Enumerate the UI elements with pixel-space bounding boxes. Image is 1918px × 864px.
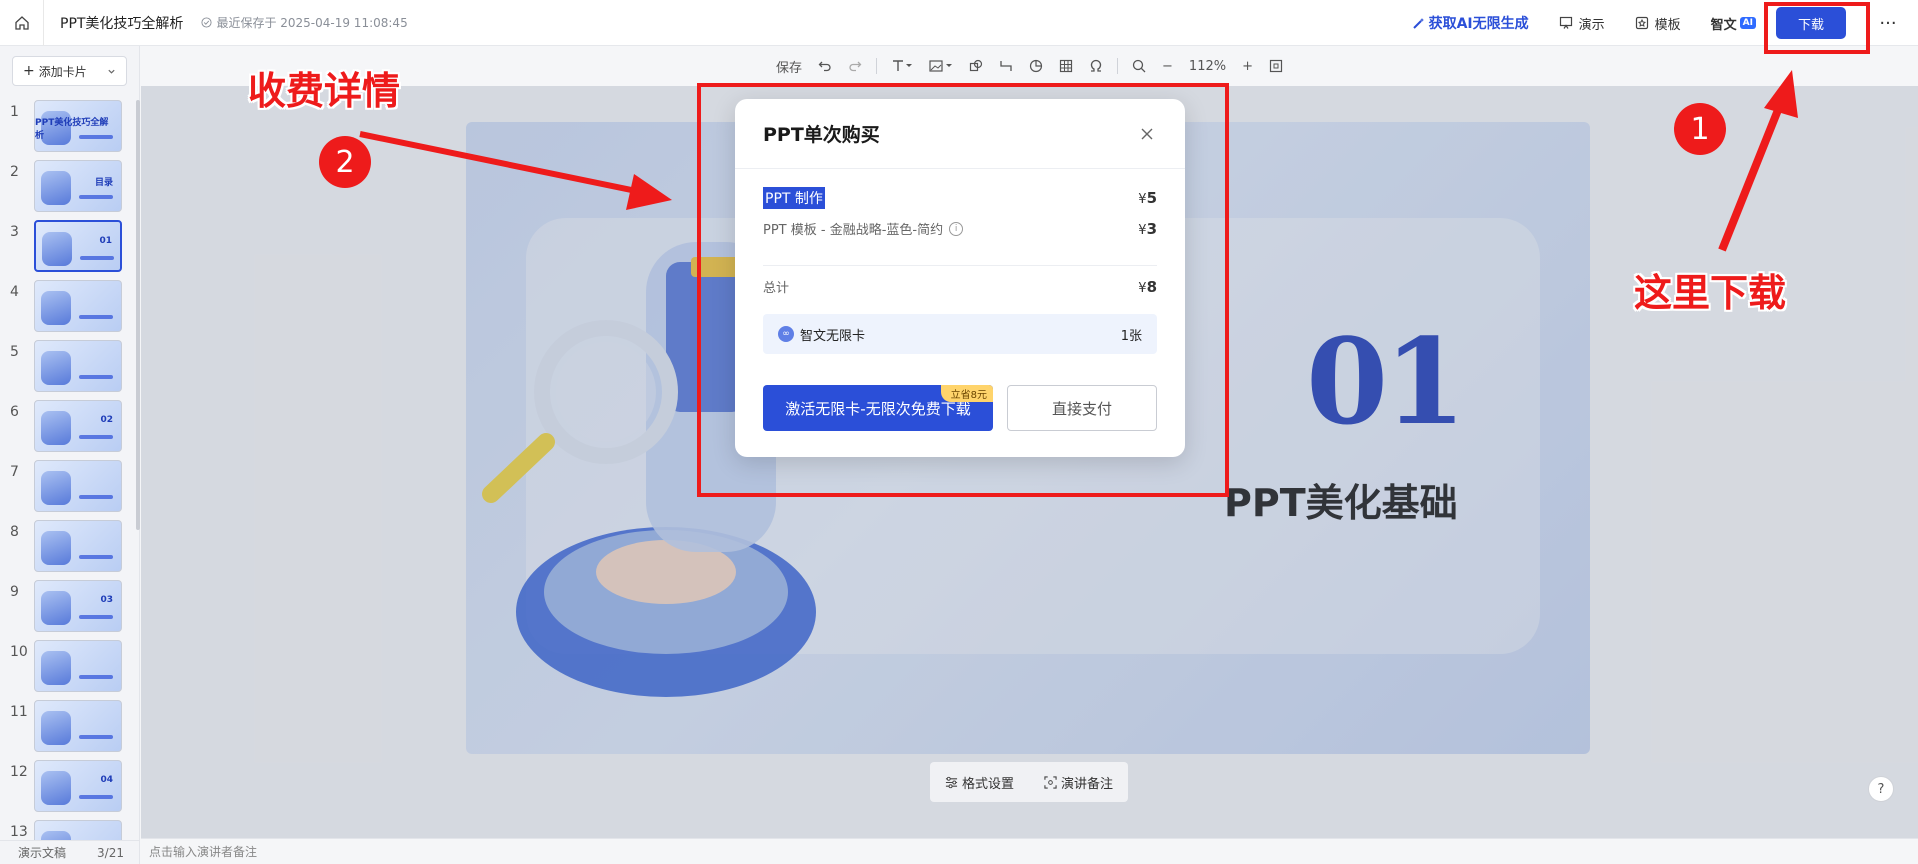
annotation-step-2: 2 <box>319 136 371 188</box>
annotation-download-here: 这里下载 <box>1634 271 1787 315</box>
annotation-fee-details: 收费详情 <box>248 69 401 113</box>
annotation-arrows <box>359 70 1798 252</box>
annotation-step-1: 1 <box>1674 103 1726 155</box>
